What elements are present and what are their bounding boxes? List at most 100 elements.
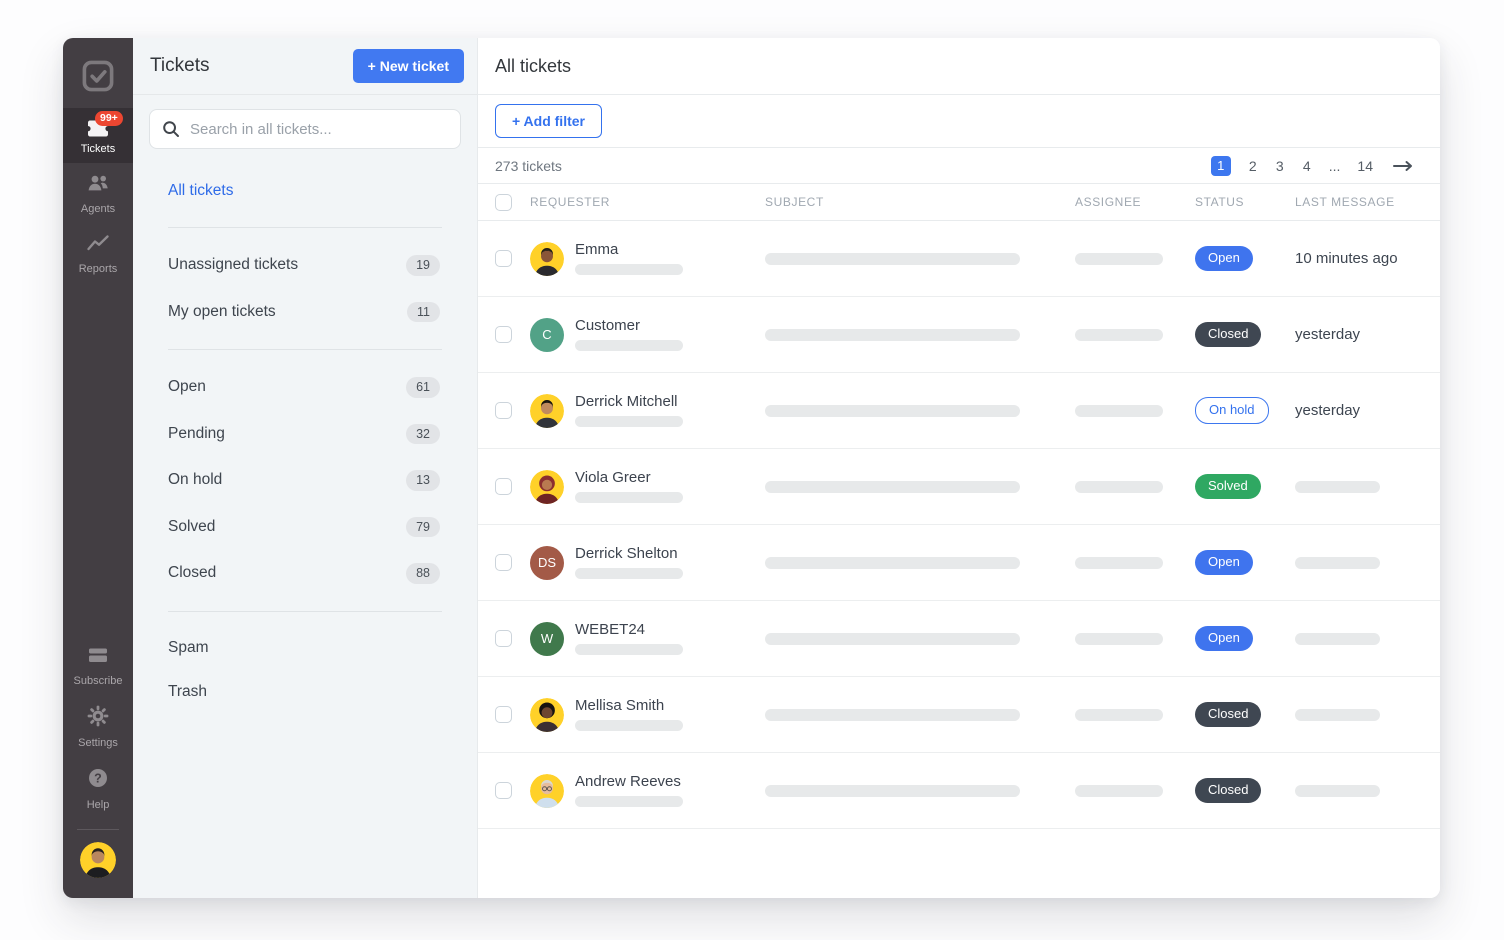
rail-item-settings[interactable]: Settings — [63, 695, 133, 757]
requester-avatar: DS — [530, 546, 564, 580]
add-filter-button[interactable]: + Add filter — [495, 104, 602, 138]
row-checkbox[interactable] — [495, 478, 512, 495]
row-checkbox[interactable] — [495, 782, 512, 799]
sidebar-item-label: Solved — [168, 518, 215, 536]
search-icon — [161, 119, 181, 144]
new-ticket-button[interactable]: + New ticket — [353, 49, 464, 83]
ticket-row[interactable]: Viola Greer Solved — [478, 449, 1440, 525]
sidebar-item-label: Closed — [168, 564, 216, 582]
name-skeleton — [575, 568, 683, 579]
sidebar-item-closed[interactable]: Closed88 — [133, 550, 477, 597]
user-avatar[interactable] — [80, 842, 116, 878]
status-badge[interactable]: Open — [1195, 550, 1253, 574]
ticket-row[interactable]: Mellisa SmithClosed — [478, 677, 1440, 753]
count-badge: 61 — [406, 377, 440, 398]
ticket-row[interactable]: Andrew Reeves Closed — [478, 753, 1440, 829]
search-input[interactable] — [149, 109, 461, 149]
sidebar-item-on-hold[interactable]: On hold13 — [133, 457, 477, 504]
ticket-row[interactable]: Emma Open 10 minutes ago — [478, 221, 1440, 297]
row-checkbox[interactable] — [495, 250, 512, 267]
page-3[interactable]: 3 — [1275, 158, 1285, 174]
assignee-skeleton — [1075, 253, 1163, 265]
row-checkbox[interactable] — [495, 630, 512, 647]
app-logo[interactable] — [63, 52, 133, 100]
rail-item-label: Agents — [81, 203, 115, 215]
rail-item-subscribe[interactable]: Subscribe — [63, 635, 133, 695]
sidebar-item-label: Open — [168, 378, 206, 396]
page-title: All tickets — [495, 56, 571, 77]
row-checkbox[interactable] — [495, 554, 512, 571]
subject-skeleton — [765, 329, 1020, 341]
status-badge[interactable]: Solved — [1195, 474, 1261, 498]
requester-cell: Derrick Mitchell — [530, 394, 765, 428]
subject-skeleton — [765, 557, 1020, 569]
filter-bar: + Add filter — [478, 95, 1440, 148]
status-badge[interactable]: Closed — [1195, 322, 1261, 346]
rail-item-reports[interactable]: Reports — [63, 223, 133, 283]
list-meta-bar: 273 tickets 1234...14 — [478, 148, 1440, 184]
requester-name: Emma — [575, 242, 683, 259]
status-badge[interactable]: Open — [1195, 246, 1253, 270]
sidebar-item-trash[interactable]: Trash — [133, 670, 477, 714]
row-checkbox[interactable] — [495, 326, 512, 343]
last-message-skeleton — [1295, 709, 1380, 721]
sidebar-item-pending[interactable]: Pending32 — [133, 411, 477, 458]
sidebar-item-my-open-tickets[interactable]: My open tickets11 — [133, 289, 477, 336]
column-header-status: STATUS — [1195, 195, 1295, 209]
arrow-right-icon[interactable] — [1392, 160, 1414, 172]
ticket-row[interactable]: CCustomerClosedyesterday — [478, 297, 1440, 373]
assignee-skeleton — [1075, 785, 1163, 797]
assignee-skeleton — [1075, 709, 1163, 721]
page-ellipsis: ... — [1329, 158, 1341, 174]
sidebar-item-label: Pending — [168, 425, 225, 443]
page-14[interactable]: 14 — [1357, 158, 1373, 174]
requester-name: Andrew Reeves — [575, 774, 683, 791]
rail-item-tickets[interactable]: 99+Tickets — [63, 108, 133, 163]
last-message-skeleton — [1295, 633, 1380, 645]
sidebar-divider — [168, 227, 442, 228]
sidebar-item-solved[interactable]: Solved79 — [133, 504, 477, 551]
sidebar-item-all-tickets[interactable]: All tickets — [133, 169, 477, 213]
rail-item-help[interactable]: ?Help — [63, 757, 133, 819]
last-message-skeleton — [1295, 557, 1380, 569]
row-checkbox[interactable] — [495, 402, 512, 419]
requester-cell: DSDerrick Shelton — [530, 546, 765, 580]
check-logo-icon — [81, 59, 115, 93]
status-badge[interactable]: Closed — [1195, 702, 1261, 726]
requester-name: WEBET24 — [575, 622, 683, 639]
name-skeleton — [575, 644, 683, 655]
last-message-skeleton — [1295, 481, 1380, 493]
subject-skeleton — [765, 633, 1020, 645]
svg-text:?: ? — [94, 772, 102, 786]
requester-name: Viola Greer — [575, 470, 683, 487]
sidebar-item-label: All tickets — [168, 182, 233, 200]
page-2[interactable]: 2 — [1248, 158, 1258, 174]
search-box — [149, 109, 461, 149]
page-1[interactable]: 1 — [1211, 156, 1231, 176]
rail-item-label: Tickets — [81, 143, 115, 155]
status-badge[interactable]: Open — [1195, 626, 1253, 650]
status-badge[interactable]: On hold — [1195, 397, 1269, 423]
subject-skeleton — [765, 709, 1020, 721]
gear-icon — [86, 704, 110, 733]
select-all-checkbox[interactable] — [495, 194, 512, 211]
page-4[interactable]: 4 — [1302, 158, 1312, 174]
card-icon — [85, 644, 111, 671]
sidebar-item-unassigned-tickets[interactable]: Unassigned tickets19 — [133, 242, 477, 289]
sidebar-divider — [168, 349, 442, 350]
ticket-row[interactable]: WWEBET24Open — [478, 601, 1440, 677]
ticket-row[interactable]: Derrick MitchellOn holdyesterday — [478, 373, 1440, 449]
last-message-time: 10 minutes ago — [1295, 250, 1398, 267]
name-skeleton — [575, 492, 683, 503]
column-header-assignee: ASSIGNEE — [1075, 195, 1195, 209]
sidebar-item-open[interactable]: Open 61 — [133, 364, 477, 411]
rail-item-agents[interactable]: Agents — [63, 163, 133, 223]
main-content: All tickets + Add filter 273 tickets 123… — [478, 38, 1440, 898]
ticket-row[interactable]: DSDerrick Shelton Open — [478, 525, 1440, 601]
count-badge: 11 — [407, 302, 440, 323]
status-badge[interactable]: Closed — [1195, 778, 1261, 802]
row-checkbox[interactable] — [495, 706, 512, 723]
sidebar-item-spam[interactable]: Spam — [133, 626, 477, 670]
requester-avatar — [530, 774, 564, 808]
app-window: 99+Tickets Agents Reports SubscribeSetting… — [63, 38, 1440, 898]
